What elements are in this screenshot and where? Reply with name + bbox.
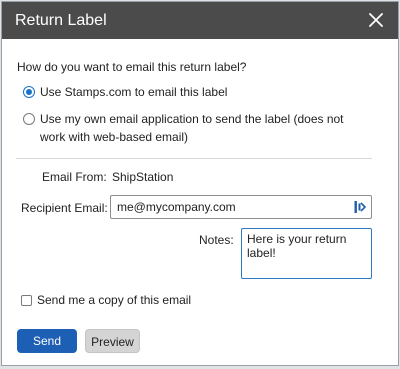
- notes-label: Notes:: [199, 233, 234, 247]
- dialog-titlebar: Return Label: [2, 2, 398, 39]
- section-divider: [16, 158, 372, 159]
- recipient-email-label: Recipient Email:: [21, 201, 108, 215]
- close-button[interactable]: [364, 8, 388, 32]
- preview-button[interactable]: Preview: [85, 329, 140, 353]
- autofill-icon[interactable]: [354, 200, 366, 214]
- send-copy-label[interactable]: Send me a copy of this email: [37, 293, 191, 307]
- return-label-dialog: Return Label How do you want to email th…: [1, 1, 399, 366]
- close-icon: [369, 13, 383, 27]
- email-method-question: How do you want to email this return lab…: [17, 60, 247, 74]
- radio-button-stamps[interactable]: [23, 86, 35, 98]
- radio-label-own-email[interactable]: Use my own email application to send the…: [40, 110, 370, 146]
- recipient-email-input[interactable]: me@mycompany.com: [110, 195, 372, 219]
- radio-button-own-email[interactable]: [23, 113, 35, 125]
- notes-textarea[interactable]: Here is your return label!: [241, 228, 372, 279]
- notes-value[interactable]: Here is your return label!: [247, 232, 362, 260]
- email-from-label: Email From:: [42, 170, 107, 184]
- send-copy-checkbox[interactable]: [21, 295, 32, 306]
- email-from-value: ShipStation: [112, 170, 174, 184]
- radio-label-stamps[interactable]: Use Stamps.com to email this label: [40, 83, 370, 101]
- dialog-title: Return Label: [15, 12, 107, 29]
- send-button[interactable]: Send: [17, 329, 77, 353]
- recipient-email-value[interactable]: me@mycompany.com: [117, 200, 236, 214]
